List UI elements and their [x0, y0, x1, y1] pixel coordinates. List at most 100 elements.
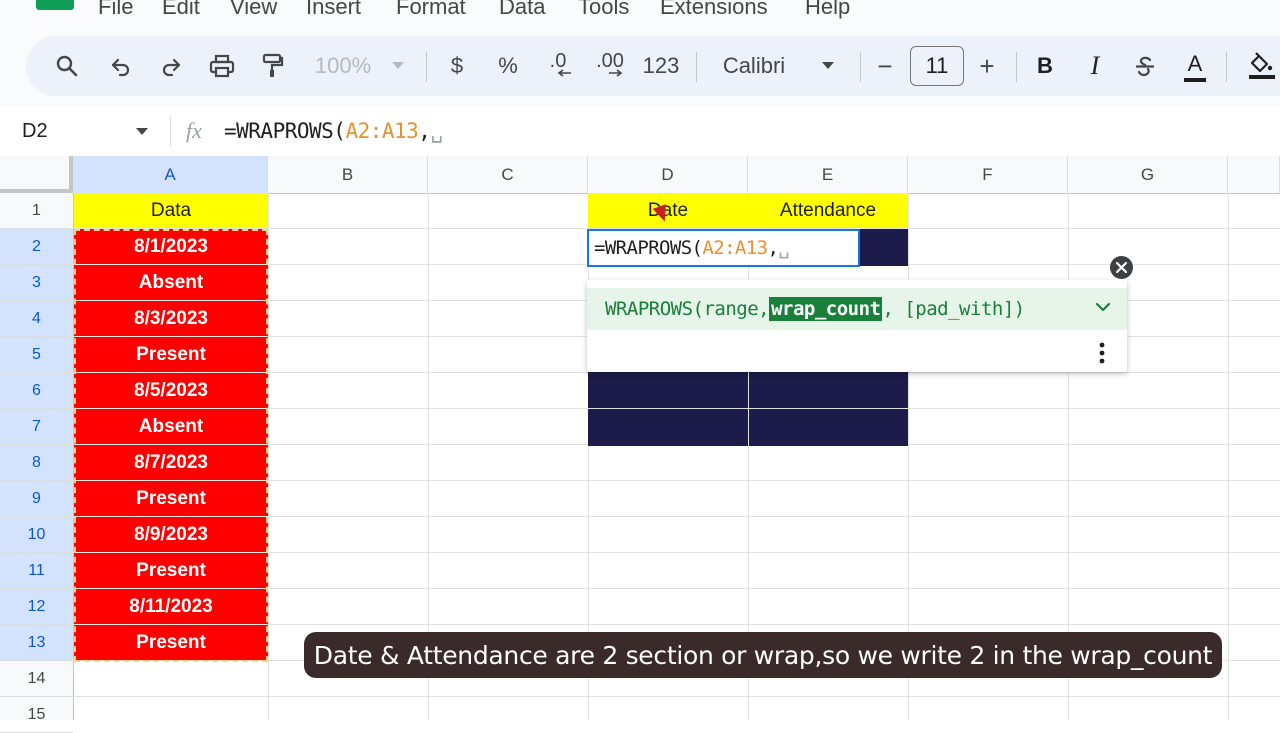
- cell-a2[interactable]: 8/1/2023: [74, 229, 268, 264]
- row-header-13[interactable]: 13: [0, 625, 73, 661]
- cell-e1[interactable]: Attendance: [748, 193, 908, 228]
- cell-a5[interactable]: Present: [74, 337, 268, 372]
- italic-button[interactable]: I: [1082, 36, 1108, 96]
- menu-tools[interactable]: Tools: [578, 0, 629, 20]
- row-header-3[interactable]: 3: [0, 265, 73, 301]
- column-header-h[interactable]: [1228, 156, 1280, 193]
- font-dropdown-icon[interactable]: [818, 36, 838, 96]
- print-icon[interactable]: [206, 36, 238, 96]
- paint-format-icon[interactable]: [258, 36, 288, 96]
- menu-extensions[interactable]: Extensions: [660, 0, 768, 20]
- more-formats-button[interactable]: 123: [640, 36, 682, 96]
- cell-a9[interactable]: Present: [74, 481, 268, 516]
- text-color-button[interactable]: A: [1182, 36, 1208, 96]
- column-header-g[interactable]: G: [1068, 156, 1228, 193]
- toolbar-divider: [1226, 52, 1227, 82]
- row-header-2[interactable]: 2: [0, 229, 73, 265]
- menu-view[interactable]: View: [230, 0, 277, 20]
- row-header-1[interactable]: 1: [0, 193, 73, 229]
- row-header-7[interactable]: 7: [0, 409, 73, 445]
- column-header-f[interactable]: F: [908, 156, 1068, 193]
- cell-e6[interactable]: [749, 371, 908, 408]
- close-icon[interactable]: [1110, 256, 1133, 279]
- menu-insert[interactable]: Insert: [306, 0, 361, 20]
- cell-e7[interactable]: [749, 409, 908, 446]
- row-header-11[interactable]: 11: [0, 553, 73, 589]
- column-header-a[interactable]: A: [73, 156, 268, 193]
- menu-format[interactable]: Format: [396, 0, 466, 20]
- toolbar-divider: [860, 52, 861, 82]
- decrease-font-size-button[interactable]: −: [872, 36, 898, 96]
- gridline: [73, 696, 1280, 697]
- formula-input[interactable]: =WRAPROWS(A2:A13,␣: [224, 119, 443, 143]
- search-icon[interactable]: [52, 36, 82, 96]
- column-header-c[interactable]: C: [428, 156, 588, 193]
- row-header-5[interactable]: 5: [0, 337, 73, 373]
- row-header-12[interactable]: 12: [0, 589, 73, 625]
- font-size-input[interactable]: 11: [910, 46, 964, 86]
- cell-a1[interactable]: Data: [74, 193, 268, 228]
- row-header-8[interactable]: 8: [0, 445, 73, 481]
- arrow-left-icon: [557, 68, 571, 77]
- cell-a13[interactable]: Present: [74, 625, 268, 660]
- zoom-dropdown-icon[interactable]: [388, 36, 408, 96]
- select-all-corner[interactable]: [0, 156, 73, 193]
- cell-a4[interactable]: 8/3/2023: [74, 301, 268, 336]
- toolbar-divider: [696, 52, 697, 82]
- row-header-6[interactable]: 6: [0, 373, 73, 409]
- function-arg-wrap-count: wrap_count: [769, 297, 883, 321]
- more-vert-icon[interactable]: [1099, 342, 1105, 364]
- cell-d7[interactable]: [588, 409, 748, 446]
- function-arg-range: range,: [703, 298, 770, 320]
- cell-a3[interactable]: Absent: [74, 265, 268, 300]
- increase-decimal-button[interactable]: .00: [592, 36, 628, 96]
- percent-format-button[interactable]: %: [494, 36, 522, 96]
- row-header-15[interactable]: 15: [0, 697, 73, 733]
- undo-icon[interactable]: [106, 36, 136, 96]
- column-header-d[interactable]: D: [588, 156, 748, 193]
- menu-edit[interactable]: Edit: [162, 0, 200, 20]
- cell-a10[interactable]: 8/9/2023: [74, 517, 268, 552]
- redo-icon[interactable]: [156, 36, 186, 96]
- increase-font-size-button[interactable]: +: [974, 36, 1000, 96]
- strikethrough-icon[interactable]: [1130, 36, 1160, 96]
- name-box[interactable]: D2: [22, 120, 48, 143]
- cell-d6[interactable]: [588, 371, 748, 408]
- column-header-b[interactable]: B: [268, 156, 428, 193]
- function-help-popup: WRAPROWS(range, wrap_count, [pad_with]): [587, 280, 1127, 372]
- cell-a7[interactable]: Absent: [74, 409, 268, 444]
- row-header-9[interactable]: 9: [0, 481, 73, 517]
- cell-a12[interactable]: 8/11/2023: [74, 589, 268, 624]
- column-header-e[interactable]: E: [748, 156, 908, 193]
- gridline: [268, 193, 269, 720]
- decrease-decimal-button[interactable]: .0: [540, 36, 576, 96]
- function-signature[interactable]: WRAPROWS(range, wrap_count, [pad_with]): [587, 288, 1127, 330]
- function-arg-pad-with: , [pad_with]): [882, 298, 1025, 320]
- cell-a11[interactable]: Present: [74, 553, 268, 588]
- toolbar-container: 100% $ % .0 .00 123 Calibri − 11 + B I A: [0, 30, 1280, 106]
- menu-data[interactable]: Data: [499, 0, 545, 20]
- chevron-down-icon[interactable]: [1095, 302, 1111, 312]
- formula-bar-divider: [170, 116, 171, 146]
- row-header-14[interactable]: 14: [0, 661, 73, 697]
- row-header-10[interactable]: 10: [0, 517, 73, 553]
- cell-a6[interactable]: 8/5/2023: [74, 373, 268, 408]
- zoom-select[interactable]: 100%: [308, 36, 378, 96]
- cell-editor-d2[interactable]: =WRAPROWS(A2:A13, ␣: [587, 229, 860, 267]
- formula-bar: D2 fx =WRAPROWS(A2:A13,␣: [0, 106, 1280, 157]
- cell-e2[interactable]: [860, 229, 908, 266]
- name-box-dropdown-icon[interactable]: [136, 128, 148, 136]
- editor-separator: ,: [767, 237, 779, 259]
- row-header-4[interactable]: 4: [0, 301, 73, 337]
- menu-help[interactable]: Help: [805, 0, 850, 20]
- menu-file[interactable]: File: [98, 0, 133, 20]
- toolbar: 100% $ % .0 .00 123 Calibri − 11 + B I A: [26, 36, 1280, 96]
- fill-color-icon[interactable]: [1244, 36, 1278, 96]
- cell-a8[interactable]: 8/7/2023: [74, 445, 268, 480]
- currency-format-button[interactable]: $: [444, 36, 470, 96]
- font-family-select[interactable]: Calibri: [714, 36, 794, 96]
- toolbar-divider: [1016, 52, 1017, 82]
- sheets-logo[interactable]: [36, 0, 74, 10]
- bold-button[interactable]: B: [1032, 36, 1058, 96]
- editor-space-mark: ␣: [778, 237, 790, 259]
